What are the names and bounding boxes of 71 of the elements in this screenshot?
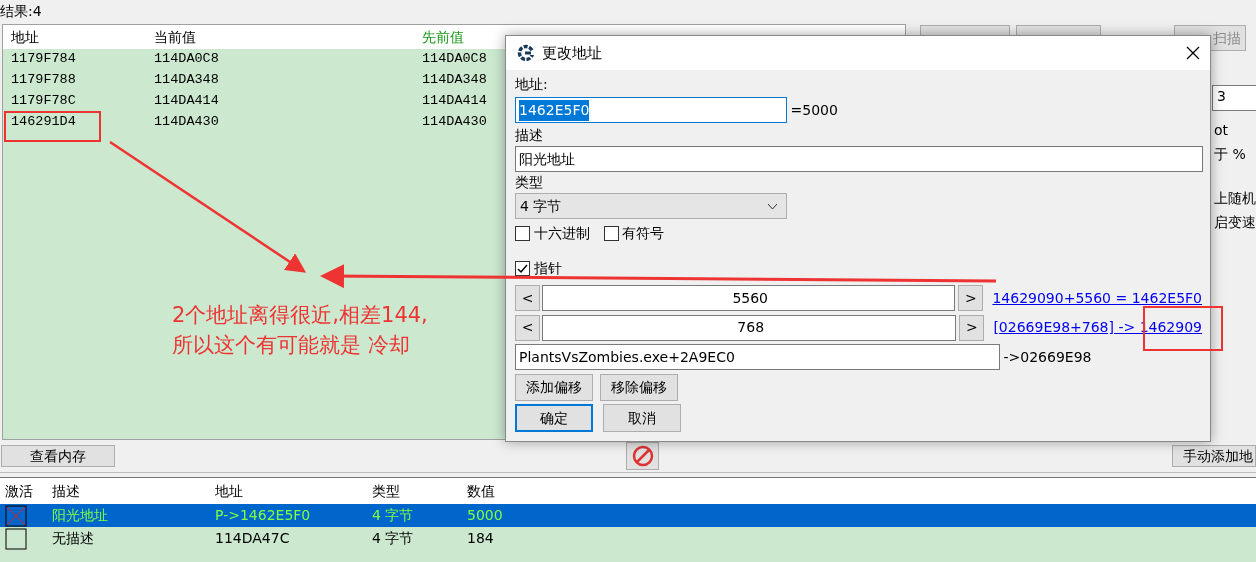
next-button[interactable]: > bbox=[959, 314, 985, 341]
table-cell-text: 184 bbox=[466, 529, 495, 548]
table-cell-text: 114DA0C8 bbox=[421, 51, 487, 67]
table-cell-text: 114DA0C8 bbox=[153, 51, 219, 67]
column-header[interactable]: 数值 bbox=[462, 480, 582, 502]
option-label: 于 % bbox=[1214, 145, 1246, 164]
checkbox[interactable]: 十六进制 bbox=[515, 222, 590, 244]
table-cell-text: 114DA414 bbox=[153, 93, 219, 109]
column-header[interactable]: 先前值 bbox=[414, 28, 464, 45]
table-cell-text: 1179F784 bbox=[10, 51, 76, 67]
column-header[interactable]: 当前值 bbox=[146, 28, 196, 45]
close-icon[interactable] bbox=[1186, 46, 1200, 60]
offset-button[interactable]: 添加偏移 bbox=[515, 373, 593, 401]
field-label: 类型 bbox=[515, 173, 544, 192]
option-label: 启变速 bbox=[1214, 213, 1256, 232]
stop-button[interactable] bbox=[626, 442, 659, 470]
address-link[interactable]: 14629090+5560 = 1462E5F0 bbox=[992, 287, 1202, 309]
gear-icon bbox=[516, 43, 536, 63]
column-header[interactable]: 描述 bbox=[47, 480, 210, 502]
address-row[interactable]: 阳光地址 P->1462E5F0 4 字节 5000 bbox=[0, 504, 1256, 527]
table-cell-text: 1179F788 bbox=[10, 72, 76, 88]
table-cell-text: 5000 bbox=[466, 506, 504, 525]
column-header[interactable]: 地址 bbox=[3, 28, 39, 45]
table-cell-text: 146291D4 bbox=[10, 114, 76, 130]
annotation-text: 2个地址离得很近,相差144, bbox=[172, 302, 428, 329]
table-cell-text: 114DA348 bbox=[421, 72, 487, 88]
column-header[interactable]: 地址 bbox=[210, 480, 367, 502]
checkbox[interactable] bbox=[5, 527, 27, 550]
field-label: 描述 bbox=[515, 126, 544, 145]
table-cell-text: 阳光地址 bbox=[51, 506, 109, 525]
view-memory-button[interactable]: 查看内存 bbox=[1, 445, 115, 467]
offset-button[interactable]: 移除偏移 bbox=[600, 373, 678, 401]
value-text: =5000 bbox=[790, 100, 838, 120]
window-title: 更改地址 bbox=[542, 42, 602, 64]
table-cell-text: 114DA348 bbox=[153, 72, 219, 88]
column-header[interactable]: 激活 bbox=[0, 480, 47, 502]
base-address-field[interactable]: PlantsVsZombies.exe+2A9EC0 bbox=[515, 344, 1000, 370]
table-cell-text: 114DA430 bbox=[421, 114, 487, 130]
value-text: ->02669E98 bbox=[1003, 347, 1092, 367]
table-cell-text: 无描述 bbox=[51, 529, 95, 548]
offset-field[interactable]: 5560 bbox=[542, 285, 956, 311]
address-field[interactable]: 1462E5F0 bbox=[515, 97, 787, 123]
table-cell-text: 4 字节 bbox=[371, 529, 415, 548]
table-cell-text: 114DA430 bbox=[153, 114, 219, 130]
offset-field[interactable]: 768 bbox=[542, 314, 957, 341]
address-row[interactable]: 无描述 114DA47C 4 字节 184 bbox=[0, 527, 1256, 550]
result-count: 结果:4 bbox=[0, 2, 43, 21]
annotation-text: 所以这个有可能就是 冷却 bbox=[172, 332, 411, 359]
next-button[interactable]: > bbox=[958, 285, 984, 311]
option-label: ot bbox=[1214, 121, 1229, 140]
type-dropdown[interactable]: 4 字节 bbox=[515, 193, 787, 219]
table-cell-text: P->1462E5F0 bbox=[214, 506, 312, 525]
table-cell-text: 114DA47C bbox=[214, 529, 291, 548]
checkbox[interactable]: 有符号 bbox=[603, 222, 664, 244]
ok-button[interactable]: 确定 bbox=[515, 404, 593, 432]
table-cell-text: 4 字节 bbox=[371, 506, 415, 525]
table-cell-text: 114DA414 bbox=[421, 93, 487, 109]
previous-button[interactable]: < bbox=[515, 285, 541, 311]
previous-button[interactable]: < bbox=[515, 314, 541, 341]
cancel-button[interactable]: 取消 bbox=[603, 404, 681, 432]
option-label: 上随机 bbox=[1214, 189, 1256, 208]
caret-icon bbox=[767, 202, 778, 210]
stop-icon bbox=[631, 445, 654, 467]
table-cell-text: 1179F78C bbox=[10, 93, 76, 109]
checkbox[interactable] bbox=[5, 504, 27, 527]
add-address-button[interactable]: 手动添加地 bbox=[1172, 445, 1256, 467]
checkbox[interactable]: 指针 bbox=[515, 257, 562, 279]
field-label: 地址: bbox=[515, 75, 549, 94]
description-field[interactable]: 阳光地址 bbox=[515, 146, 1203, 172]
value-field[interactable]: 3 bbox=[1212, 85, 1256, 111]
column-header[interactable]: 类型 bbox=[367, 480, 462, 502]
